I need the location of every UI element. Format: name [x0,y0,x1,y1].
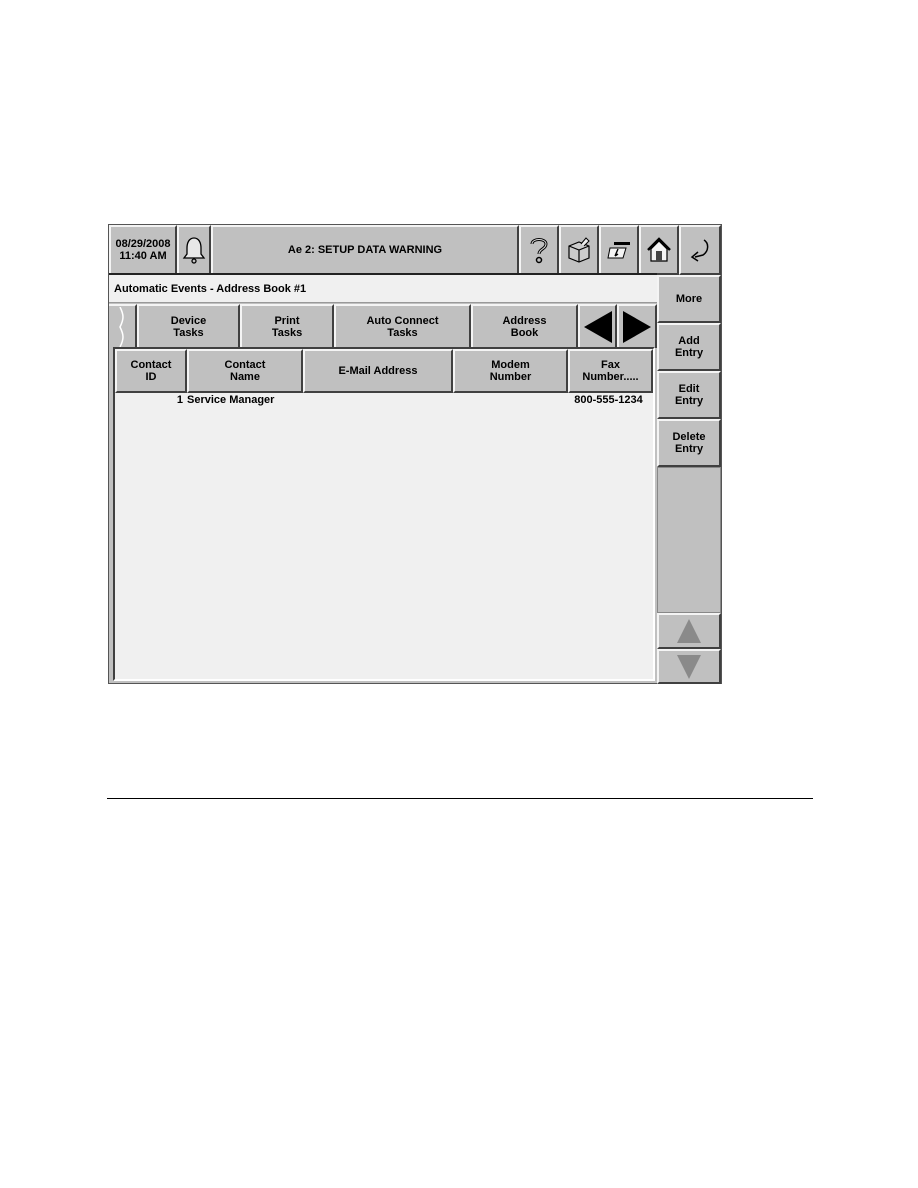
header-line1: E-Mail Address [338,365,418,377]
tab-label-line2: Tasks [173,327,204,339]
tab-label-line1: Device [170,315,207,327]
cell-contact-id: 1 [176,394,183,406]
tab-label-line1: Print [274,315,300,327]
column-header-fax-number[interactable]: Fax Number..... [568,349,653,393]
tab-label-line2: Tasks [387,327,418,339]
tab-label-line2: Book [510,327,539,339]
print-screen-button[interactable] [599,225,639,275]
top-bar: 08/29/2008 11:40 AM Ae 2: SETUP DATA WARN… [109,225,721,275]
tab-print-tasks[interactable]: Print Tasks [240,304,334,348]
header-line1: Fax [601,359,620,371]
tab-label-line2: Tasks [271,327,303,339]
add-entry-button[interactable]: Add Entry [657,323,721,371]
back-icon [690,239,709,262]
tab-scroll-edge[interactable] [109,304,137,348]
column-header-modem-number[interactable]: Modem Number [453,349,568,393]
button-label-line1: Edit [678,383,700,395]
scroll-up-button[interactable] [657,613,721,649]
header-line1: Contact [130,359,172,371]
arrow-right-icon [623,311,651,343]
button-label-line1: Delete [672,431,706,443]
address-book-table: Contact ID Contact Name E-Mail Address Mod… [113,347,655,681]
bell-icon [182,237,206,264]
table-header: Contact ID Contact Name E-Mail Address Mod… [115,349,653,393]
tab-label-line1: Auto Connect [366,315,439,327]
arrow-left-icon [583,311,612,343]
header-line2: Number [489,371,532,383]
home-icon [647,237,671,262]
help-icon [530,238,548,264]
print-screen-icon [607,242,630,259]
header-line2: Name [230,371,260,383]
button-label-line1: Add [678,335,700,347]
time-text: 11:40 AM [119,250,167,262]
cell-contact-name: Service Manager [187,394,275,406]
date-text: 08/29/2008 [115,238,171,250]
table-row[interactable]: 1 Service Manager 800-555-1234 [115,393,653,407]
tab-next-button[interactable] [617,304,657,348]
tab-strip: Device Tasks Print Tasks Auto Connect Tasks… [109,304,657,348]
delete-entry-button[interactable]: Delete Entry [657,419,721,467]
cell-fax: 800-555-1234 [574,394,643,406]
alarm-bell-button[interactable] [177,225,211,275]
tab-label-line1: Address [502,315,547,327]
sidebar-empty-area [657,467,721,613]
tab-prev-button[interactable] [578,304,617,348]
back-button[interactable] [679,225,721,275]
column-header-email[interactable]: E-Mail Address [303,349,453,393]
more-button[interactable]: More [657,275,721,323]
scroll-up-icon [677,619,701,643]
header-line2: Number..... [582,371,639,383]
scroll-down-button[interactable] [657,649,721,684]
edit-entry-button[interactable]: Edit Entry [657,371,721,419]
button-label: More [675,293,703,305]
page-divider-line [107,798,813,799]
tab-auto-connect-tasks[interactable]: Auto Connect Tasks [334,304,471,348]
supplies-icon [568,237,590,263]
touchscreen-panel: 08/29/2008 11:40 AM Ae 2: SETUP DATA WARN… [108,224,722,684]
header-line1: Modem [491,359,530,371]
header-line2: ID [145,371,157,383]
tab-edge-icon [119,307,124,347]
supplies-button[interactable] [559,225,599,275]
cell-modem [451,393,566,407]
scroll-down-icon [677,654,701,679]
button-label-line2: Entry [674,443,704,455]
datetime-display: 08/29/2008 11:40 AM [109,225,177,275]
help-button[interactable] [519,225,559,275]
cell-email [301,393,451,407]
column-header-contact-name[interactable]: Contact Name [187,349,303,393]
button-label-line2: Entry [674,395,704,407]
home-button[interactable] [639,225,679,275]
header-line1: Contact [224,359,266,371]
alarm-message-bar[interactable]: Ae 2: SETUP DATA WARNING [211,225,519,275]
tab-device-tasks[interactable]: Device Tasks [137,304,240,348]
breadcrumb: Automatic Events - Address Book #1 [109,275,657,303]
column-header-contact-id[interactable]: Contact ID [115,349,187,393]
tab-address-book[interactable]: Address Book [471,304,578,348]
button-label-line2: Entry [674,347,704,359]
alarm-message: Ae 2: SETUP DATA WARNING [287,244,443,256]
right-sidebar: More Add Entry Edit Entry Delete Entry [657,275,721,684]
